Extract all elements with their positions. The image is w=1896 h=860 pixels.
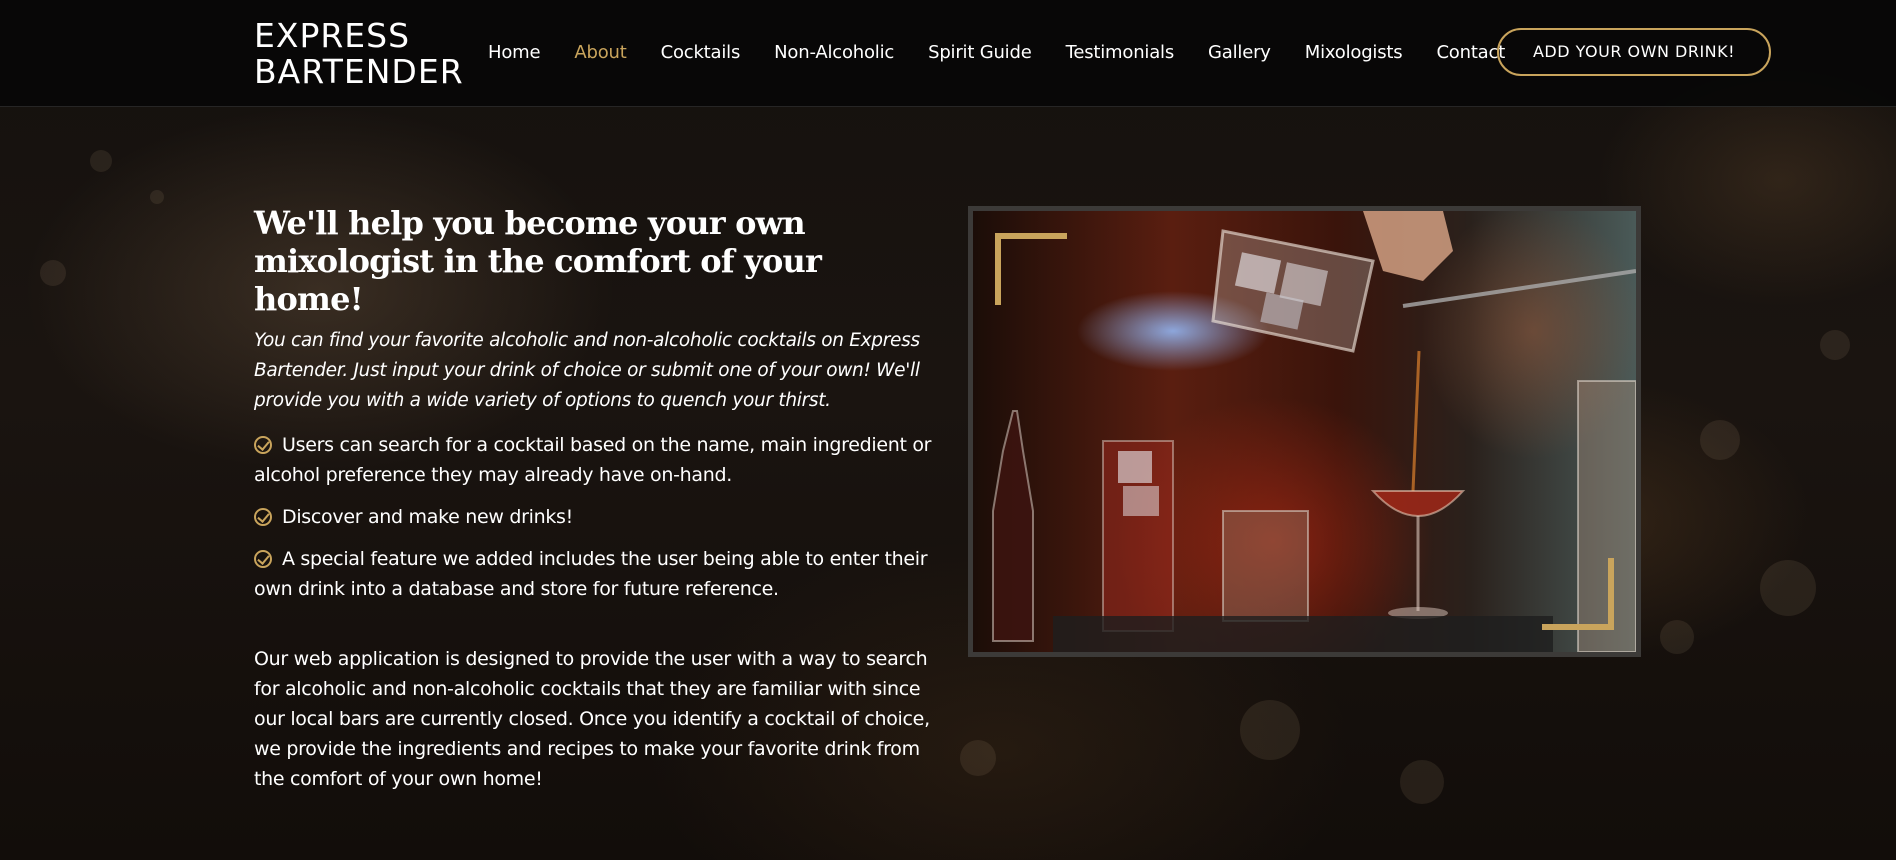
- nav-mixologists[interactable]: Mixologists: [1305, 40, 1403, 68]
- feature-item: Users can search for a cocktail based on…: [254, 430, 934, 490]
- about-description: Our web application is designed to provi…: [254, 648, 930, 790]
- site-logo[interactable]: EXPRESS BARTENDER: [254, 18, 464, 90]
- feature-text: Users can search for a cocktail based on…: [254, 434, 932, 486]
- about-heading: We'll help you become your own mixologis…: [254, 204, 822, 318]
- background-bokeh: [1400, 760, 1444, 804]
- feature-text: Discover and make new drinks!: [282, 506, 573, 528]
- feature-item: A special feature we added includes the …: [254, 544, 934, 604]
- shaker-glass: [1211, 229, 1375, 353]
- background-bokeh: [40, 260, 66, 286]
- nav-spirit-guide[interactable]: Spirit Guide: [928, 40, 1032, 68]
- background-bokeh: [1240, 700, 1300, 760]
- feature-text: A special feature we added includes the …: [254, 548, 928, 600]
- background-bokeh: [1820, 330, 1850, 360]
- background-bokeh: [90, 150, 112, 172]
- feature-item: Discover and make new drinks!: [254, 502, 934, 532]
- check-circle-icon: [254, 436, 272, 454]
- check-circle-icon: [254, 550, 272, 568]
- background-bokeh: [150, 190, 164, 204]
- logo-line-1: EXPRESS: [254, 16, 411, 55]
- about-intro: You can find your favorite alcoholic and…: [254, 330, 920, 411]
- frame-corner-top-left: [995, 233, 1067, 305]
- bartender-photo: [968, 206, 1641, 657]
- about-section: We'll help you become your own mixologis…: [254, 204, 934, 794]
- background-bokeh: [1660, 620, 1694, 654]
- cocktail-illustration: [992, 211, 1636, 652]
- nav-home[interactable]: Home: [488, 40, 541, 68]
- page: EXPRESS BARTENDER Home About Cocktails N…: [0, 0, 1896, 860]
- feature-list: Users can search for a cocktail based on…: [254, 430, 934, 604]
- nav-gallery[interactable]: Gallery: [1208, 40, 1271, 68]
- frame-corner-bottom-right: [1542, 558, 1614, 630]
- nav-testimonials[interactable]: Testimonials: [1066, 40, 1175, 68]
- background-bokeh: [960, 740, 996, 776]
- background-bokeh: [1760, 560, 1816, 616]
- nav-non-alcoholic[interactable]: Non-Alcoholic: [774, 40, 894, 68]
- nav-contact[interactable]: Contact: [1436, 40, 1505, 68]
- main-nav: Home About Cocktails Non-Alcoholic Spiri…: [488, 40, 1539, 68]
- check-circle-icon: [254, 508, 272, 526]
- background-bokeh: [1700, 420, 1740, 460]
- nav-about[interactable]: About: [574, 40, 626, 68]
- logo-line-2: BARTENDER: [254, 52, 464, 91]
- add-your-own-drink-button[interactable]: ADD YOUR OWN DRINK!: [1497, 28, 1771, 76]
- site-header: EXPRESS BARTENDER Home About Cocktails N…: [0, 0, 1896, 107]
- nav-cocktails[interactable]: Cocktails: [661, 40, 741, 68]
